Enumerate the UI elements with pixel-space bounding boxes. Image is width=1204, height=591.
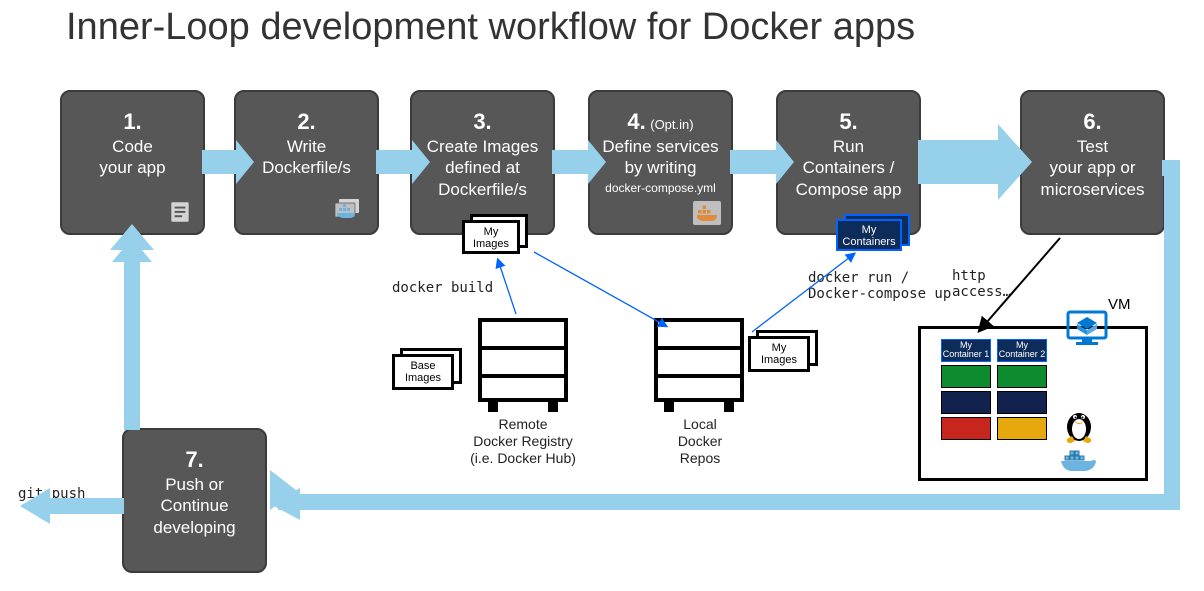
remote-registry-caption: RemoteDocker Registry(i.e. Docker Hub) — [448, 416, 598, 466]
docker-run-label: docker run /Docker-compose up — [808, 270, 951, 302]
local-repos-shelf — [654, 318, 744, 402]
diagram-title: Inner-Loop development workflow for Dock… — [66, 6, 915, 49]
step-1-code-app: 1. Codeyour app — [60, 90, 205, 235]
step-text: Define servicesby writing — [590, 136, 731, 179]
my-images-card: MyImages — [462, 220, 520, 254]
step-number: 2. — [236, 110, 377, 134]
arrow-images-to-local — [534, 252, 666, 326]
container-slot — [997, 391, 1047, 414]
docker-whale-icon — [1059, 445, 1099, 475]
arrow-registry-to-images — [498, 260, 516, 314]
step-text: Push orContinuedeveloping — [124, 474, 265, 538]
step-text: Create Imagesdefined atDockerfile/s — [412, 136, 553, 200]
docker-whale-icon — [333, 197, 367, 225]
step-2-write-dockerfile: 2. WriteDockerfile/s — [234, 90, 379, 235]
local-my-images-card: MyImages — [748, 336, 810, 372]
step-optional: (Opt.in) — [650, 117, 693, 132]
step-number: 5. — [778, 110, 919, 134]
docker-compose-icon — [693, 201, 721, 225]
base-images-card: BaseImages — [392, 354, 454, 390]
container-slot — [997, 365, 1047, 388]
document-icon — [167, 199, 193, 225]
my-container-1: MyContainer 1 — [941, 339, 991, 362]
container-slot — [997, 417, 1047, 440]
step-text: Testyour app ormicroservices — [1022, 136, 1163, 200]
vm-label: VM — [1108, 296, 1131, 313]
vm-box: MyContainer 1 MyContainer 2 — [918, 326, 1148, 481]
container-slot — [941, 417, 991, 440]
container-slot — [941, 391, 991, 414]
step-text: WriteDockerfile/s — [236, 136, 377, 179]
http-access-label: httpaccess… — [952, 268, 1011, 300]
step-number: 1. — [62, 110, 203, 134]
remote-registry-shelf — [478, 318, 568, 402]
linux-tux-icon — [1061, 403, 1097, 443]
step-text: Codeyour app — [62, 136, 203, 179]
git-push-label: git push — [18, 486, 85, 502]
step-4-define-services: 4. (Opt.in) Define servicesby writing do… — [588, 90, 733, 235]
step-number: 6. — [1022, 110, 1163, 134]
my-container-2: MyContainer 2 — [997, 339, 1047, 362]
step-number: 4. — [627, 109, 645, 134]
step-subtext: docker-compose.yml — [590, 181, 731, 195]
step-number: 3. — [412, 110, 553, 134]
step-7-push-continue: 7. Push orContinuedeveloping — [122, 428, 267, 573]
step-6-test-app: 6. Testyour app ormicroservices — [1020, 90, 1165, 235]
my-containers-card: MyContainers — [836, 219, 902, 251]
docker-build-label: docker build — [392, 280, 493, 296]
vm-monitor-icon — [1066, 310, 1108, 348]
container-slot — [941, 365, 991, 388]
step-text: RunContainers /Compose app — [778, 136, 919, 200]
step-number: 7. — [124, 448, 265, 472]
local-repos-caption: LocalDockerRepos — [660, 416, 740, 466]
